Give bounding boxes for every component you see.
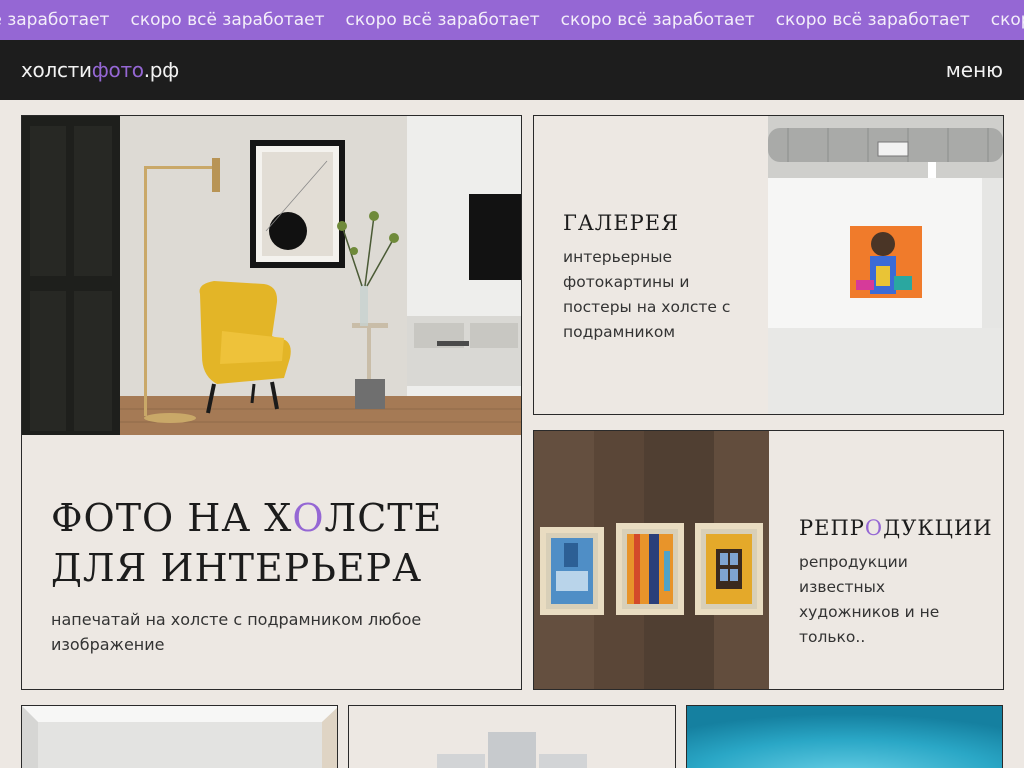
ticker-text: скоро всё заработает <box>130 10 325 30</box>
ticker-text: всё заработает <box>0 10 110 30</box>
site-logo[interactable]: холстифото.рф <box>21 58 179 82</box>
room-photo <box>22 706 337 768</box>
gallery-text: ГАЛЕРЕЯ интерьерные фотокартины и постер… <box>563 211 753 345</box>
ticker-text: скоро всё заработает <box>560 10 755 30</box>
reproductions-title-segment: РЕПР <box>799 516 865 540</box>
logo-part-1: холсти <box>21 58 92 82</box>
hero-card[interactable]: ФОТО НА ХОЛСТЕ ДЛЯ ИНТЕРЬЕРА напечатай н… <box>21 115 522 690</box>
reproductions-photo <box>534 431 769 689</box>
reproductions-text: РЕПРОДУКЦИИ репродукции известных художн… <box>799 516 993 650</box>
gallery-title: ГАЛЕРЕЯ <box>563 211 680 235</box>
ticker-text: скоро всё заработает <box>345 10 540 30</box>
reproductions-title-segment: ДУКЦИИ <box>883 516 993 540</box>
hero-title-segment: ФОТО НА Х <box>51 496 293 540</box>
reproductions-title: РЕПРОДУКЦИИ <box>799 516 993 540</box>
logo-part-3: .рф <box>143 58 180 82</box>
reproductions-description: репродукции известных художников и не то… <box>799 553 940 646</box>
bottom-card-blue[interactable] <box>686 705 1003 768</box>
announcement-ticker: всё заработает скоро всё заработает скор… <box>0 0 1024 40</box>
ticker-text: скоро всё заработает <box>990 10 1024 30</box>
site-header: холстифото.рф меню <box>0 40 1024 100</box>
gallery-photo <box>768 116 1003 414</box>
reproductions-title-accent-letter: О <box>864 516 884 540</box>
logo-part-2: фото <box>91 58 144 82</box>
ticker-text: скоро всё заработает <box>775 10 970 30</box>
modular-canvas-photo <box>349 706 675 768</box>
hero-title-segment: ЛСТЕ <box>324 496 443 540</box>
blue-photo <box>687 706 1002 768</box>
reproductions-card[interactable]: РЕПРОДУКЦИИ репродукции известных художн… <box>533 430 1004 690</box>
gallery-card[interactable]: ГАЛЕРЕЯ интерьерные фотокартины и постер… <box>533 115 1004 415</box>
hero-title-accent-letter: О <box>292 496 325 540</box>
hero-title-line-2: ДЛЯ ИНТЕРЬЕРА <box>51 546 422 590</box>
interior-photo <box>22 116 521 435</box>
hero-title-line-1: ФОТО НА ХОЛСТЕ <box>51 493 442 543</box>
hero-title: ФОТО НА ХОЛСТЕ ДЛЯ ИНТЕРЬЕРА <box>51 493 442 593</box>
bottom-card-room[interactable] <box>21 705 338 768</box>
menu-button[interactable]: меню <box>946 58 1003 82</box>
bottom-card-modular[interactable] <box>348 705 676 768</box>
gallery-description: интерьерные фотокартины и постеры на хол… <box>563 248 731 341</box>
hero-subtitle: напечатай на холсте с подрамником любое … <box>51 610 422 654</box>
